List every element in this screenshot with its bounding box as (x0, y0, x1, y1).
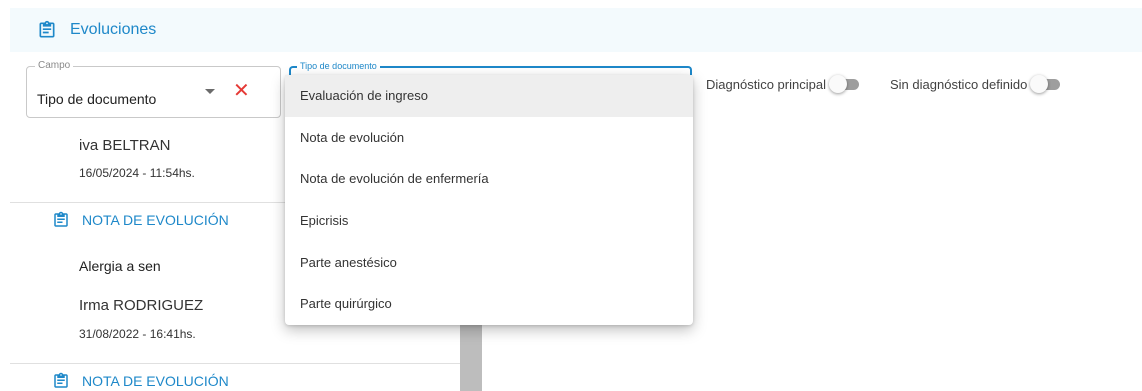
entry-heading-label: NOTA DE EVOLUCIÓN (82, 212, 229, 228)
menu-option[interactable]: Epicrisis (285, 200, 693, 242)
toggle-thumb (828, 75, 847, 93)
toggle-diagnostico-principal[interactable]: Diagnóstico principal (706, 75, 859, 93)
campo-value: Tipo de documento (37, 91, 157, 107)
toggle-switch[interactable] (1030, 75, 1061, 93)
tipo-documento-menu: Evaluación de ingreso Nota de evolución … (285, 75, 693, 325)
entry-heading-label: NOTA DE EVOLUCIÓN (82, 373, 229, 389)
campo-label: Campo (35, 60, 74, 72)
clipboard-icon (39, 20, 55, 38)
clipboard-icon (54, 211, 68, 227)
toggle-label: Sin diagnóstico definido (890, 76, 1028, 92)
tipo-documento-label: Tipo de documento (297, 60, 380, 72)
toggle-thumb (1030, 75, 1049, 93)
toggle-label: Diagnóstico principal (706, 76, 826, 92)
page-title: Evoluciones (70, 21, 157, 38)
close-icon[interactable]: ✕ (233, 81, 250, 101)
entry-author: iva BELTRAN (79, 137, 171, 154)
entry-heading[interactable]: NOTA DE EVOLUCIÓN (52, 211, 229, 229)
menu-option[interactable]: Nota de evolución (285, 117, 693, 159)
campo-field[interactable]: Campo Tipo de documento ✕ (26, 60, 281, 118)
menu-option[interactable]: Parte quirúrgico (285, 283, 693, 325)
menu-option[interactable]: Nota de evolución de enfermería (285, 158, 693, 200)
entry-author: Irma RODRIGUEZ (79, 297, 204, 314)
entry-date: 16/05/2024 - 11:54hs. (79, 166, 195, 180)
toggle-sin-diagnostico[interactable]: Sin diagnóstico definido (890, 75, 1061, 93)
entry-date: 31/08/2022 - 16:41hs. (79, 327, 196, 341)
divider (10, 363, 460, 364)
entry-heading[interactable]: NOTA DE EVOLUCIÓN (52, 372, 229, 390)
chevron-down-icon[interactable] (205, 89, 215, 94)
menu-option[interactable]: Parte anestésico (285, 241, 693, 283)
section-header: Evoluciones (10, 8, 1142, 52)
entry-note: Alergia a sen (79, 258, 161, 274)
toggle-switch[interactable] (828, 75, 859, 93)
clipboard-icon (54, 372, 68, 388)
menu-option[interactable]: Evaluación de ingreso (285, 75, 693, 117)
